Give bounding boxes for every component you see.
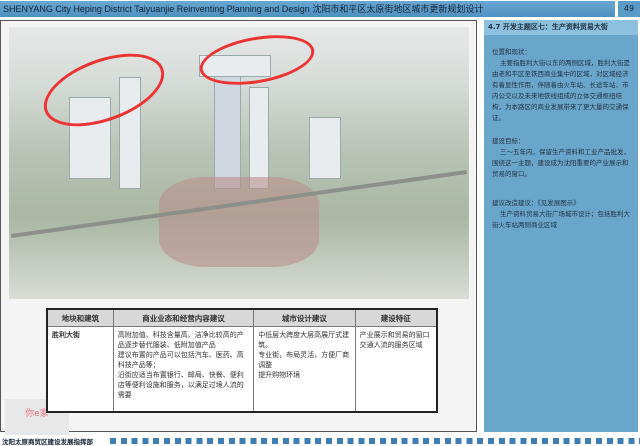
- section-title: 4.7 开发主题区七：生产资料贸易大街: [484, 20, 638, 35]
- description-panel: 4.7 开发主题区七：生产资料贸易大街 位置和现状： 主要指胜利大街以东的两侧区…: [484, 20, 638, 432]
- cell-text: 建议布置的产品可以包括汽车、医药、高科技产品等；: [117, 351, 244, 369]
- cell-text: 专业街，布局灵活，方便厂商调整: [258, 351, 350, 369]
- section-heading: 建设目标：: [492, 137, 525, 145]
- cell-text: 中低层大跨度大层高展厅式建筑。: [258, 331, 350, 349]
- page-number: 49: [618, 1, 640, 17]
- cell-text: 沿街应适当布置银行、邮局、快餐、便利店等便利设施和服务，以满足过境人流的需要: [117, 371, 244, 399]
- planning-table: 地块和建筑 商业业态和经营内容建议 城市设计建议 建设特征 胜利大街 高附加值、…: [46, 308, 438, 413]
- plot-name: 胜利大街: [52, 331, 80, 339]
- section-heading: 建议改造建议：《见发展图示》: [492, 199, 580, 207]
- footer-text: 沈阳太原商贸区建设发展指挥部: [2, 438, 93, 446]
- section-body: 主要指胜利大街以东的两侧区域，胜利大街是由老和平区至铁西商业集中的区域，对区域经…: [492, 59, 630, 122]
- cell-text: 高附加值、科技含量高、洁净比较高的产品逐步替代服装、低附加值产品: [117, 331, 244, 349]
- cell-text: 产业展示和贸易的窗口: [359, 331, 430, 339]
- cell-text: 提升购物环境: [258, 371, 301, 379]
- aerial-rendering: [9, 27, 469, 299]
- section-body: 三～五年内，保留生产资料和工业产品批发，围绕这一主题，建设成为沈阳重要的产业展示…: [492, 148, 630, 178]
- section-heading: 位置和现状：: [492, 48, 531, 56]
- th-commerce: 商业业态和经营内容建议: [112, 308, 255, 327]
- footer-dotted-rule: [110, 438, 640, 444]
- header-title: SHENYANG City Heping District Taiyuanjie…: [0, 1, 615, 17]
- th-features: 建设特征: [354, 308, 438, 327]
- th-design: 城市设计建议: [253, 308, 356, 327]
- section-body: 生产资料贸易大街广场城市设计；包括胜利大街火车站两侧商业区域: [492, 210, 630, 229]
- th-plot: 地块和建筑: [46, 308, 114, 327]
- table-row: 胜利大街 高附加值、科技含量高、洁净比较高的产品逐步替代服装、低附加值产品 建议布…: [46, 326, 438, 412]
- cell-text: 交通人流的服务区域: [359, 341, 423, 349]
